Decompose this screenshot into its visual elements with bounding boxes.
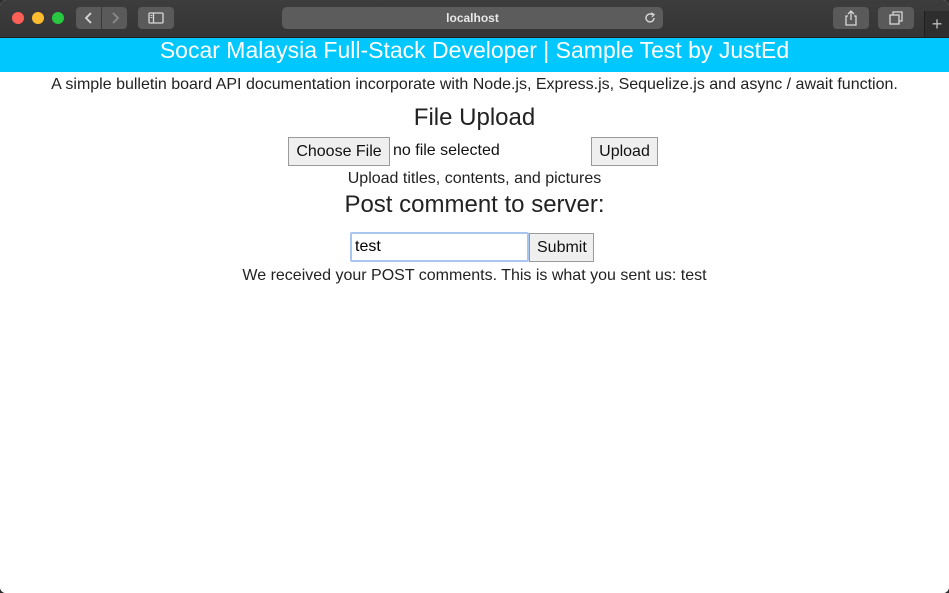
file-upload-heading: File Upload <box>413 104 536 131</box>
share-button[interactable] <box>833 7 869 29</box>
web-page: Socar Malaysia Full-Stack Developer | Sa… <box>0 38 949 593</box>
minimize-window-button[interactable] <box>32 12 44 24</box>
back-button[interactable] <box>76 7 101 29</box>
file-status-text: no file selected <box>393 142 500 159</box>
file-upload-form: Choose File no file selected Upload <box>0 137 949 166</box>
chevron-right-icon <box>111 12 119 24</box>
reload-icon[interactable] <box>643 11 657 25</box>
new-tab-button[interactable]: + <box>924 11 949 37</box>
browser-window: localhost + Socar Malaysia Full-Stack De… <box>0 0 949 593</box>
share-icon <box>845 10 857 26</box>
comment-input[interactable] <box>350 232 529 262</box>
submit-button[interactable]: Submit <box>529 233 594 262</box>
sidebar-icon <box>148 12 164 24</box>
tabs-overview-button[interactable] <box>878 7 914 29</box>
post-comment-form: Submit <box>0 232 949 262</box>
page-subtitle: A simple bulletin board API documentatio… <box>51 76 898 93</box>
server-response-text: We received your POST comments. This is … <box>242 267 707 284</box>
address-text: localhost <box>446 11 499 25</box>
sidebar-toggle-button[interactable] <box>138 7 174 29</box>
nav-buttons <box>76 7 128 29</box>
tabs-icon <box>889 11 903 25</box>
close-window-button[interactable] <box>12 12 24 24</box>
address-bar[interactable]: localhost <box>282 7 663 29</box>
choose-file-button[interactable]: Choose File <box>288 137 390 166</box>
forward-button[interactable] <box>102 7 127 29</box>
zoom-window-button[interactable] <box>52 12 64 24</box>
page-banner: Socar Malaysia Full-Stack Developer | Sa… <box>0 38 949 72</box>
upload-button[interactable]: Upload <box>591 137 658 166</box>
browser-toolbar: localhost + <box>0 0 949 38</box>
post-comment-heading: Post comment to server: <box>344 191 605 218</box>
upload-note: Upload titles, contents, and pictures <box>347 170 602 187</box>
chevron-left-icon <box>84 12 92 24</box>
